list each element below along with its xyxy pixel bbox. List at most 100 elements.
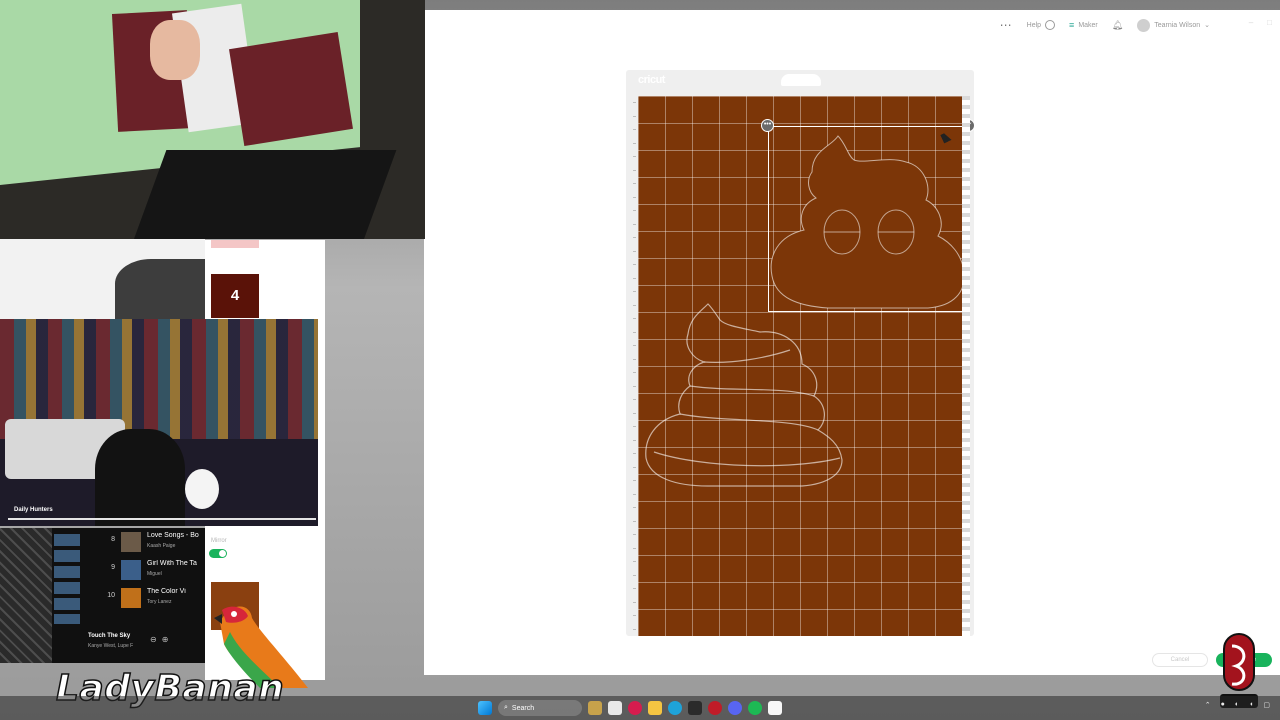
mirror-toggle[interactable] [209, 549, 227, 558]
face-camera-feed: Daily Hunters [0, 319, 318, 526]
discord-icon[interactable] [728, 701, 742, 715]
maximize-icon[interactable]: □ [1267, 18, 1272, 27]
ruler-tick [633, 615, 636, 616]
search-icon: ⌕ [504, 704, 508, 711]
help-button[interactable]: Help [1026, 20, 1056, 30]
track-row[interactable]: 8 Love Songs - Bo Kaash Paige [95, 530, 205, 554]
poop-emoji-shape[interactable] [768, 126, 967, 312]
microphone-icon[interactable]: ● [1221, 701, 1225, 709]
album-art [121, 532, 141, 552]
obs-icon[interactable] [708, 701, 722, 715]
now-playing-artist: Kanye West, Lupe F [88, 643, 134, 649]
track-artist: Miguel [147, 571, 162, 577]
more-horizontal-icon[interactable]: ⋯ [1000, 18, 1013, 32]
ruler-tick [633, 250, 636, 252]
paper-sheet [229, 31, 353, 147]
ruler-tick [633, 412, 636, 414]
taskbar-search[interactable]: ⌕ Search [498, 700, 582, 716]
taskbar: ⌕ Search ⌃ ● ◐ ◖ ▢ [0, 696, 1280, 720]
streamlabs-icon[interactable] [768, 701, 782, 715]
cricut-logo: cricut [638, 74, 665, 86]
task-view-icon[interactable] [608, 701, 622, 715]
track-row[interactable]: 10 The Color Vi Tory Lanez [95, 586, 205, 610]
ruler-tick [633, 385, 636, 387]
ruler-tick [633, 372, 636, 373]
taskbar-apps: ⌕ Search [478, 698, 782, 718]
widgets-icon[interactable] [588, 701, 602, 715]
ruler-tick [633, 601, 636, 603]
edge-icon[interactable] [668, 701, 682, 715]
ruler-tick [633, 345, 636, 346]
ruler-tick [633, 183, 636, 184]
machine-label: Maker [1078, 21, 1098, 29]
album-art [121, 588, 141, 608]
ruler-tick [633, 399, 636, 400]
terminal-icon[interactable] [688, 701, 702, 715]
overhead-camera-feed [0, 0, 425, 239]
cricut-app-icon[interactable] [628, 701, 642, 715]
search-label: Search [511, 704, 535, 712]
file-explorer-icon[interactable] [648, 701, 662, 715]
now-playing: Touch The Sky Kanye West, Lupe F ⊖⊕ [88, 633, 198, 655]
mat-grid: ••• ⟳ [638, 96, 975, 636]
poop-outline-shape[interactable] [642, 302, 852, 502]
ruler-tick [633, 358, 636, 360]
minimize-icon[interactable]: – [1249, 18, 1253, 27]
ruler-tick [633, 588, 636, 589]
playback-controls-icon[interactable]: ⊖⊕ [150, 635, 173, 644]
ruler-tick [633, 628, 636, 630]
ruler-tick [633, 426, 636, 427]
ruler-tick [633, 304, 636, 306]
volume-icon[interactable]: ◖ [1249, 701, 1253, 709]
app-header: ⋯ Help ≡ Maker 🔔︎ Tearnia Wilson ⌄ [424, 10, 1280, 40]
chevron-down-icon: ⌄ [1204, 22, 1210, 29]
mat-thumbnail[interactable] [211, 240, 259, 248]
ruler-tick [633, 102, 636, 103]
ruler-tick [633, 574, 636, 576]
ruler-tick [633, 534, 636, 535]
help-icon [1045, 20, 1056, 30]
chevron-up-icon[interactable]: ⌃ [1205, 701, 1211, 709]
bell-icon[interactable]: 🔔︎ [1112, 20, 1123, 31]
machine-button[interactable]: ≡ Maker [1069, 20, 1098, 30]
decorative-border [0, 528, 52, 663]
ruler-tick [633, 318, 636, 319]
design-space-window: ⋯ Help ≡ Maker 🔔︎ Tearnia Wilson ⌄ – □ c… [424, 10, 1280, 675]
windows-start-icon[interactable] [478, 701, 492, 715]
notification-icon[interactable]: ▢ [1263, 701, 1270, 709]
ruler-tick [633, 520, 636, 522]
selected-shape-bounds[interactable]: ••• ⟳ [761, 119, 975, 312]
now-playing-title: Touch The Sky [88, 633, 131, 639]
cancel-button[interactable]: Cancel [1152, 653, 1208, 667]
chair [115, 259, 205, 321]
ruler-tick [633, 439, 636, 441]
camera-strip [0, 239, 205, 321]
help-label: Help [1026, 21, 1042, 29]
track-row[interactable]: 9 Girl With The Ta Miguel [95, 558, 205, 582]
spotify-icon[interactable] [748, 701, 762, 715]
machine-icon: ≡ [1069, 20, 1075, 30]
track-title: Girl With The Ta [147, 560, 197, 567]
window-controls: – □ [1249, 18, 1272, 27]
cut-mat-preview: cricut ••• ⟳ [626, 70, 975, 636]
track-title: Love Songs - Bo [147, 532, 199, 539]
ruler-tick [633, 547, 636, 549]
album-art [121, 560, 141, 580]
network-icon[interactable]: ◐ [1235, 701, 1239, 709]
track-artist: Kaash Paige [147, 543, 176, 549]
ruler-tick [633, 223, 636, 225]
ruler-tick [633, 291, 636, 292]
mat-number[interactable]: 4 [211, 274, 259, 318]
screen: ⋯ Help ≡ Maker 🔔︎ Tearnia Wilson ⌄ – □ c… [0, 0, 1280, 720]
user-name: Tearnia Wilson [1154, 21, 1201, 29]
ruler-tick [633, 561, 636, 562]
user-menu[interactable]: Tearnia Wilson ⌄ [1137, 18, 1210, 32]
system-tray: ⌃ ● ◐ ◖ ▢ [1205, 701, 1270, 709]
mirror-label: Mirror [211, 538, 227, 544]
track-title: The Color Vi [147, 588, 186, 595]
avatar [1137, 18, 1151, 32]
hand [150, 20, 200, 80]
mat-ruler [626, 96, 638, 636]
mat-tab [781, 74, 821, 86]
track-artist: Tory Lanez [147, 599, 172, 605]
